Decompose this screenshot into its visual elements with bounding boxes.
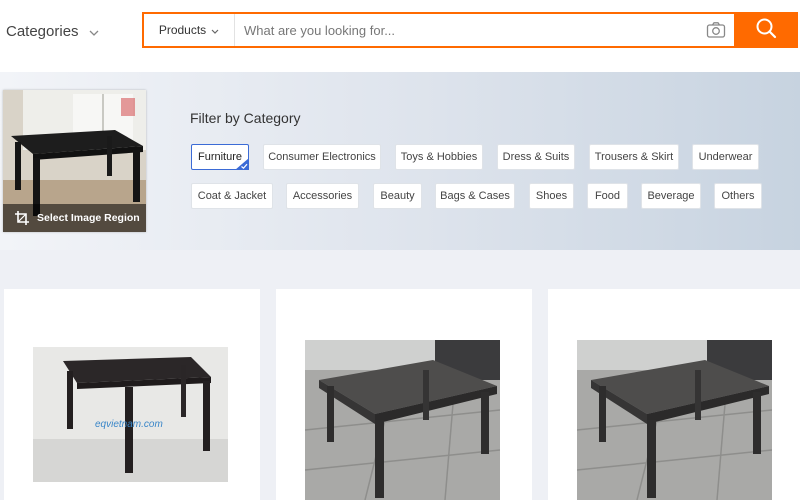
category-chip-label: Trousers & Skirt <box>594 151 674 163</box>
category-chip-label: Toys & Hobbies <box>400 151 478 163</box>
category-chip-label: Underwear <box>698 151 753 163</box>
category-chip-shoes[interactable]: Shoes <box>529 183 574 209</box>
search-button[interactable] <box>734 12 798 48</box>
crop-icon <box>15 211 29 225</box>
selected-check-icon <box>235 158 249 170</box>
category-chip-beauty[interactable]: Beauty <box>373 183 422 209</box>
search-icon <box>755 17 777 44</box>
top-bar: Categories Products <box>0 0 800 72</box>
category-chip-accessories[interactable]: Accessories <box>286 183 359 209</box>
category-chip-label: Bags & Cases <box>440 190 510 202</box>
product-card[interactable] <box>548 289 800 500</box>
category-chip-trousers-skirt[interactable]: Trousers & Skirt <box>589 144 679 170</box>
category-chip-bags-cases[interactable]: Bags & Cases <box>435 183 515 209</box>
category-chip-label: Dress & Suits <box>502 151 570 163</box>
filter-title: Filter by Category <box>190 110 301 126</box>
category-chip-label: Beauty <box>380 190 415 202</box>
category-chip-toys-hobbies[interactable]: Toys & Hobbies <box>395 144 483 170</box>
camera-icon[interactable] <box>706 21 726 39</box>
product-watermark: eqvietnam.com <box>95 419 163 430</box>
category-chip-label: Coat & Jacket <box>197 190 267 202</box>
select-image-region-button[interactable]: Select Image Region <box>3 204 146 232</box>
category-chip-label: Beverage <box>647 190 695 202</box>
categories-menu[interactable]: Categories <box>6 20 99 42</box>
search-scope-dropdown[interactable]: Products <box>144 14 235 46</box>
image-search-panel: Select Image Region Filter by Category F… <box>0 72 800 250</box>
product-card[interactable]: eqvietnam.com <box>4 289 260 500</box>
search-scope-label: Products <box>158 23 207 37</box>
chevron-down-icon <box>211 23 219 37</box>
search-input[interactable] <box>236 14 698 46</box>
category-chip-dress-suits[interactable]: Dress & Suits <box>497 144 575 170</box>
categories-label: Categories <box>6 22 79 40</box>
category-chip-furniture[interactable]: Furniture <box>191 144 249 170</box>
category-chip-coat-jacket[interactable]: Coat & Jacket <box>191 183 273 209</box>
select-image-region-label: Select Image Region <box>37 212 140 224</box>
category-chip-label: Shoes <box>535 190 568 202</box>
category-chip-label: Food <box>594 190 621 202</box>
product-image <box>305 340 500 500</box>
category-chip-food[interactable]: Food <box>587 183 628 209</box>
chevron-down-icon <box>89 23 99 40</box>
uploaded-image-preview[interactable]: Select Image Region <box>3 90 146 232</box>
product-image <box>577 340 772 500</box>
search-bar: Products <box>142 12 798 48</box>
category-chip-consumer-electronics[interactable]: Consumer Electronics <box>263 144 381 170</box>
product-card[interactable] <box>276 289 532 500</box>
category-chip-others[interactable]: Others <box>714 183 762 209</box>
category-chip-label: Others <box>721 190 755 202</box>
category-chip-underwear[interactable]: Underwear <box>692 144 759 170</box>
category-chip-label: Accessories <box>292 190 353 202</box>
product-image: eqvietnam.com <box>33 347 228 482</box>
category-chip-label: Consumer Electronics <box>268 151 376 163</box>
category-chip-beverage[interactable]: Beverage <box>641 183 701 209</box>
